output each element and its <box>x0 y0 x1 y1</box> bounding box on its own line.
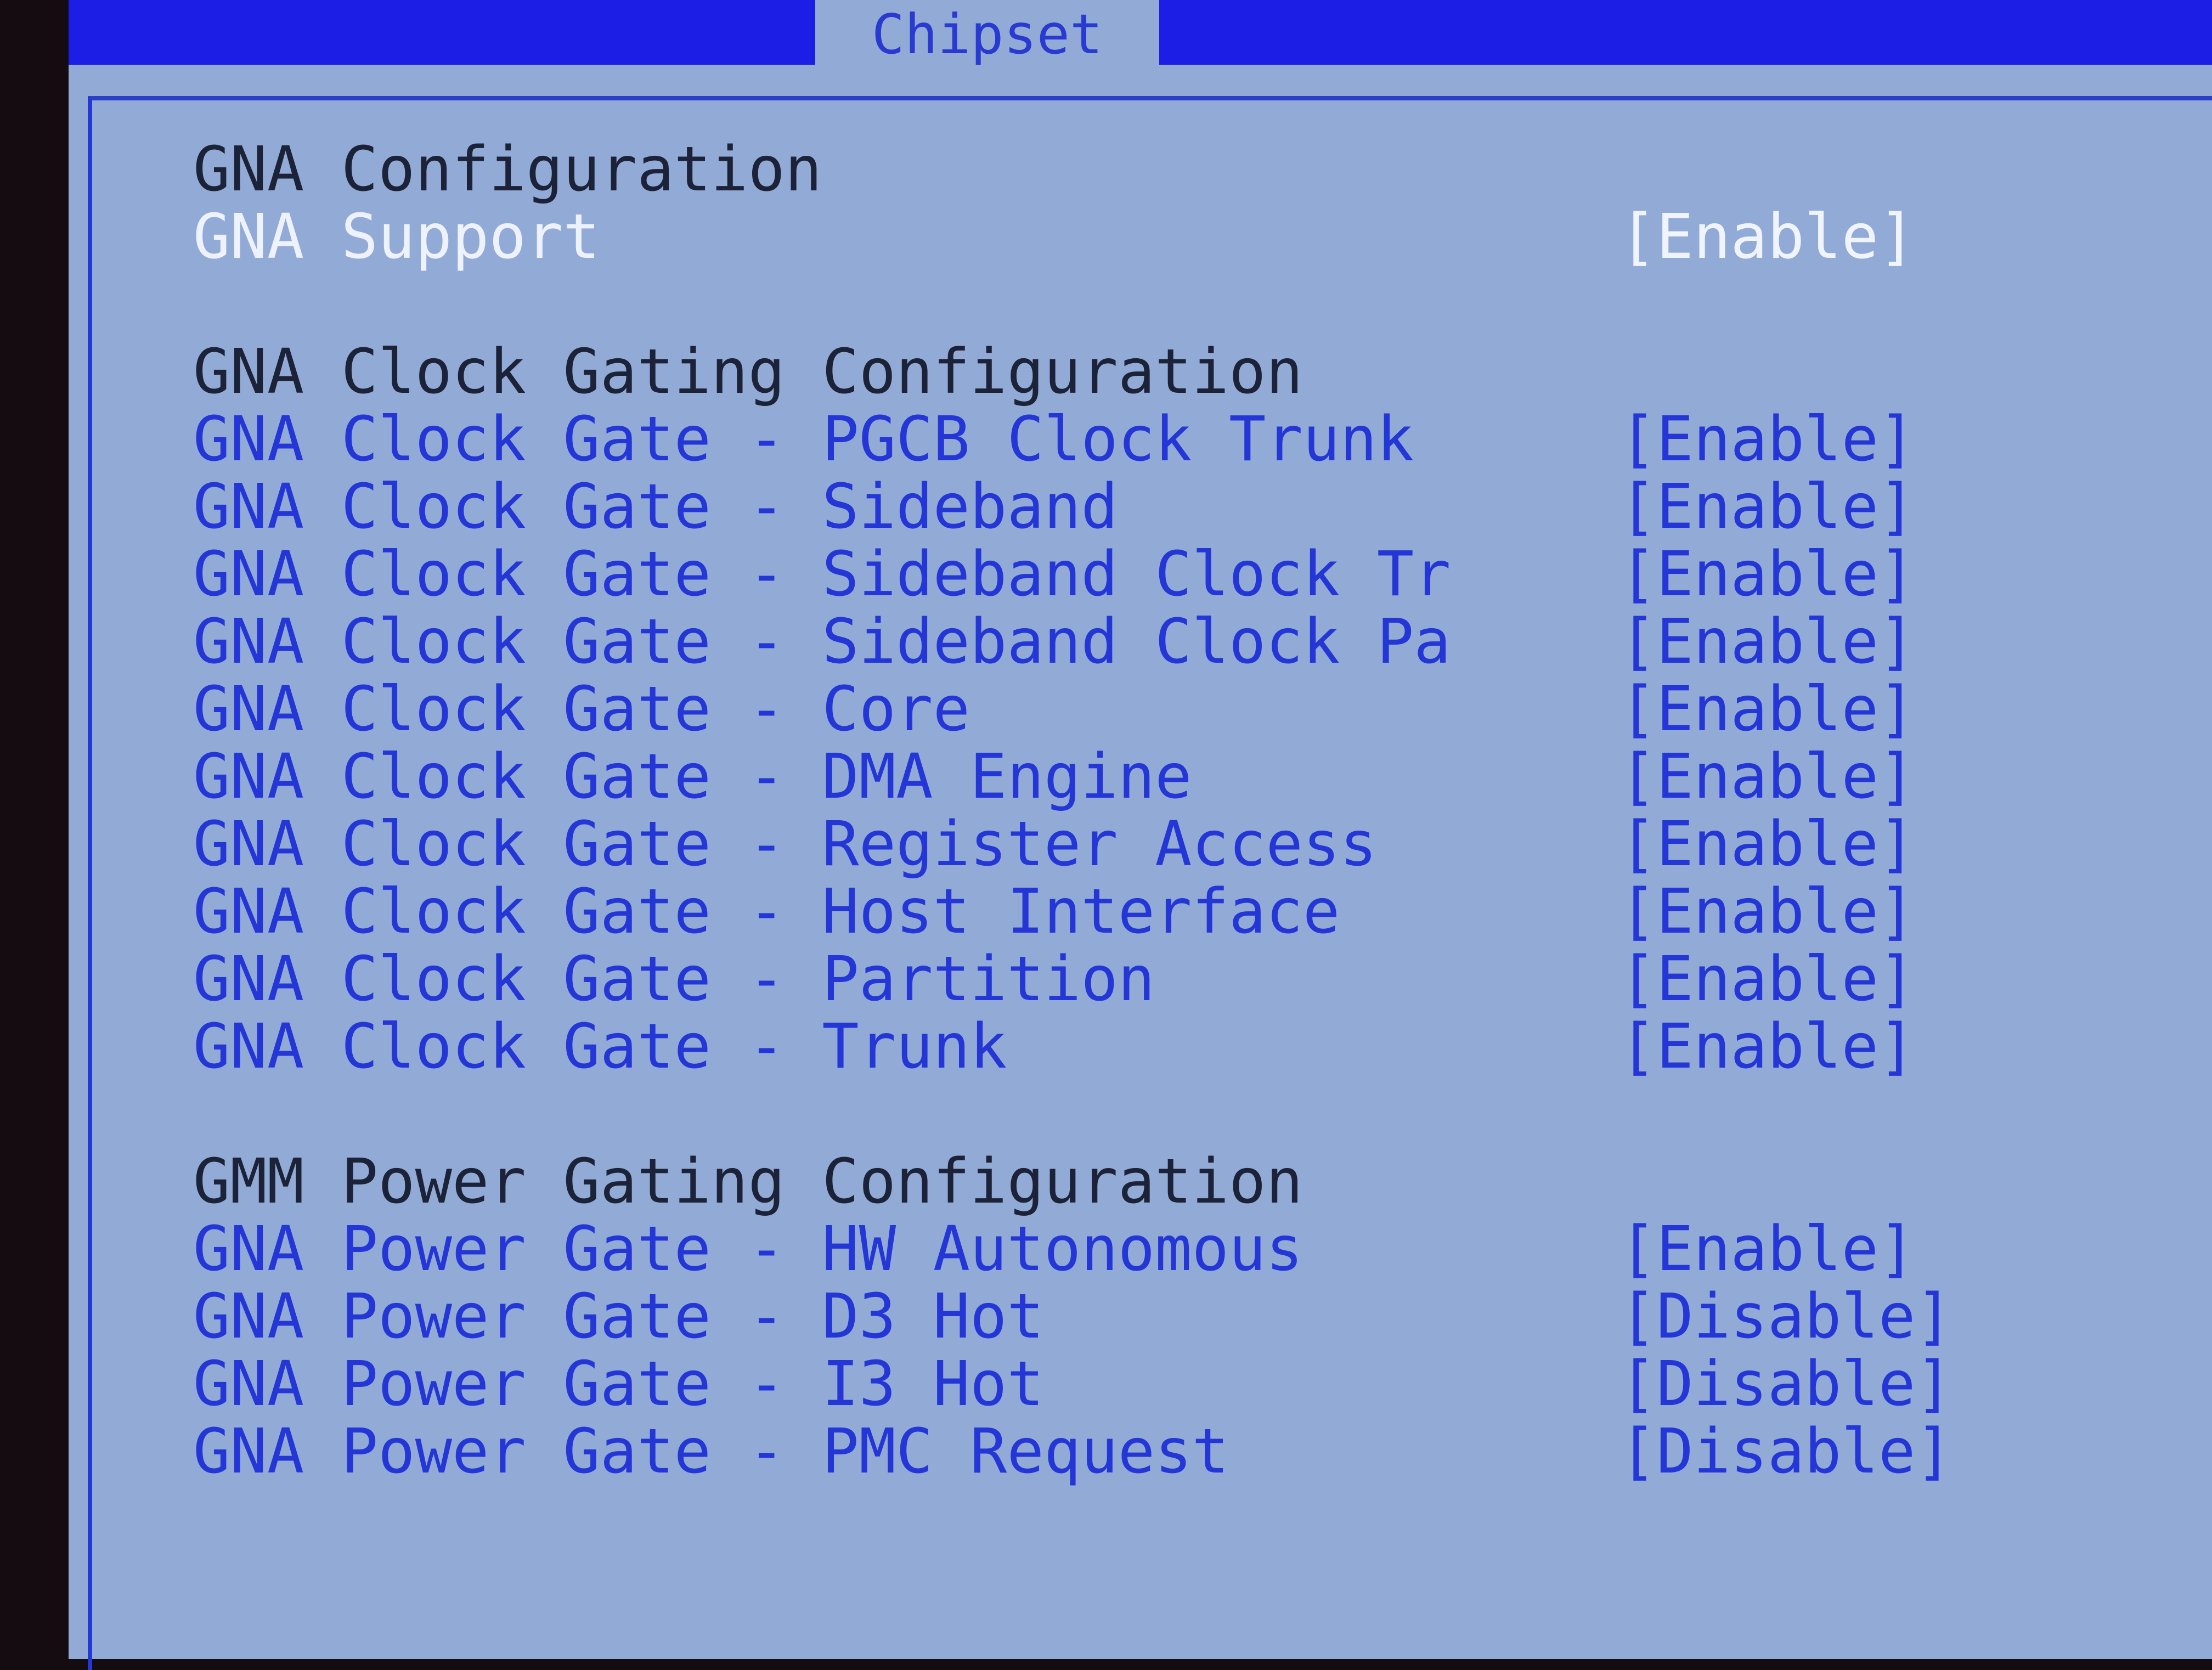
setting-label: GNA Clock Gate - Partition <box>193 944 1155 1015</box>
setting-value[interactable]: [Enable] <box>1620 743 1915 811</box>
setting-label: GNA Clock Gate - Sideband Clock Tr <box>193 539 1451 610</box>
setting-value[interactable]: [Enable] <box>1620 473 1915 541</box>
setting-label: GNA Clock Gate - Sideband Clock Pa <box>193 606 1451 678</box>
tab-chipset[interactable]: Chipset <box>815 0 1159 69</box>
section-heading: GMM Power Gating Configuration <box>193 1148 2212 1216</box>
section-heading: GNA Clock Gating Configuration <box>193 338 2212 406</box>
setting-label: GNA Clock Gating Configuration <box>193 336 1303 408</box>
setting-label: GNA Power Gate - I3 Hot <box>193 1349 1044 1420</box>
setting-row[interactable]: GNA Clock Gate - DMA Engine [Enable] <box>193 743 2212 811</box>
setting-label: GNA Support <box>193 201 600 273</box>
setting-value[interactable]: [Enable] <box>1620 811 1915 878</box>
setting-row[interactable]: GNA Power Gate - I3 Hot [Disable] <box>193 1351 2212 1418</box>
setting-row[interactable]: GNA Clock Gate - Register Access [Enable] <box>193 811 2212 878</box>
setting-row[interactable]: GNA Clock Gate - Sideband Clock Pa [Enabl… <box>193 608 2212 676</box>
setting-row[interactable]: GNA Power Gate - D3 Hot [Disable] <box>193 1283 2212 1351</box>
setting-label: GNA Clock Gate - DMA Engine <box>193 741 1192 813</box>
setting-row[interactable]: GNA Support [Enable] <box>193 204 2212 271</box>
setting-label: GNA Power Gate - D3 Hot <box>193 1281 1044 1352</box>
setting-value[interactable]: [Enable] <box>1620 608 1915 676</box>
setting-row[interactable]: GNA Power Gate - HW Autonomous [Enable] <box>193 1216 2212 1283</box>
settings-list: GNA Configuration GNA Support [Enable] GNA … <box>193 136 2212 1486</box>
bios-screen: Chipset GNA Configuration GNA Support [Ena… <box>69 0 2212 1670</box>
setting-row[interactable]: GNA Clock Gate - Core [Enable] <box>193 676 2212 743</box>
setting-value[interactable]: [Disable] <box>1620 1418 1953 1486</box>
setting-row[interactable]: GNA Clock Gate - PGCB Clock Trunk [Enable… <box>193 406 2212 473</box>
setting-label: GNA Clock Gate - PGCB Clock Trunk <box>193 404 1414 475</box>
setting-row[interactable]: GNA Clock Gate - Host Interface [Enable] <box>193 878 2212 946</box>
setting-value[interactable]: [Enable] <box>1620 204 1915 271</box>
setting-row[interactable]: GNA Clock Gate - Sideband Clock Tr [Enabl… <box>193 541 2212 608</box>
setting-label: GNA Clock Gate - Host Interface <box>193 876 1340 947</box>
setting-label: GNA Power Gate - HW Autonomous <box>193 1214 1303 1285</box>
setting-label: GNA Configuration <box>193 134 822 205</box>
setting-label: GNA Clock Gate - Core <box>193 674 970 745</box>
setting-label: GNA Clock Gate - Trunk <box>193 1011 1007 1082</box>
setting-row[interactable]: GNA Clock Gate - Sideband [Enable] <box>193 473 2212 541</box>
setting-value[interactable]: [Enable] <box>1620 406 1915 473</box>
setting-label: GNA Power Gate - PMC Request <box>193 1416 1229 1487</box>
setting-row[interactable]: GNA Power Gate - PMC Request [Disable] <box>193 1418 2212 1486</box>
setting-label: GNA Clock Gate - Register Access <box>193 809 1377 880</box>
setting-value[interactable]: [Enable] <box>1620 1013 1915 1081</box>
setting-value[interactable]: [Disable] <box>1620 1283 1953 1351</box>
section-heading: GNA Configuration <box>193 136 2212 204</box>
setting-value[interactable]: [Enable] <box>1620 878 1915 946</box>
setting-value[interactable]: [Enable] <box>1620 676 1915 743</box>
setting-label: GMM Power Gating Configuration <box>193 1146 1303 1217</box>
setting-row[interactable]: GNA Clock Gate - Trunk [Enable] <box>193 1013 2212 1081</box>
setting-value[interactable]: [Enable] <box>1620 946 1915 1013</box>
setting-value[interactable]: [Enable] <box>1620 541 1915 608</box>
setting-row[interactable]: GNA Clock Gate - Partition [Enable] <box>193 946 2212 1013</box>
setting-value[interactable]: [Enable] <box>1620 1216 1915 1283</box>
setting-value[interactable]: [Disable] <box>1620 1351 1953 1418</box>
setting-label: GNA Clock Gate - Sideband <box>193 471 1118 543</box>
